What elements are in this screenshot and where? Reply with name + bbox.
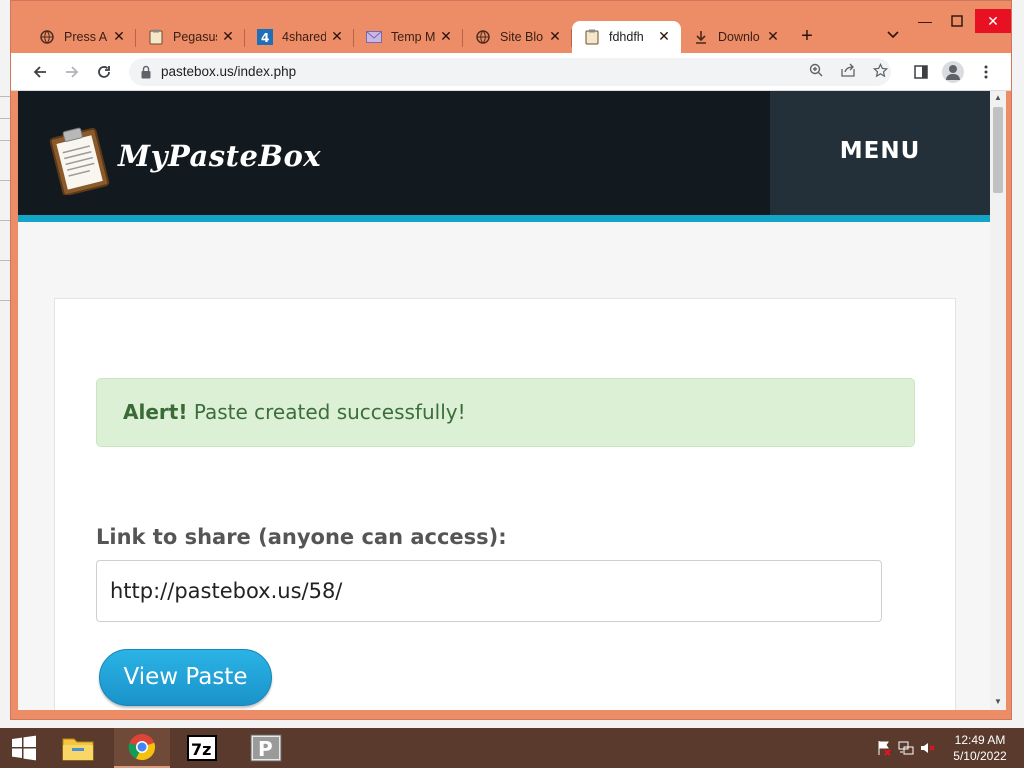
close-tab-icon[interactable]: ✕ [439, 29, 453, 43]
clipboard-icon [148, 29, 164, 45]
chevron-down-icon[interactable] [883, 28, 903, 46]
start-button[interactable] [0, 728, 48, 768]
close-tab-icon[interactable]: ✕ [766, 29, 780, 43]
svg-text:4: 4 [261, 31, 269, 45]
browser-toolbar: pastebox.us/index.php [11, 53, 1011, 91]
svg-text:7z: 7z [191, 740, 211, 759]
close-tab-icon[interactable]: ✕ [657, 29, 671, 43]
reload-button[interactable] [93, 61, 115, 83]
system-tray: 12:49 AM 5/10/2022 [868, 728, 1024, 768]
close-window-button[interactable]: ✕ [975, 9, 1011, 33]
lock-icon [141, 65, 151, 79]
header-accent-bar [18, 215, 990, 222]
flag-alert-icon[interactable] [876, 740, 892, 756]
tab-title: Temp M [391, 30, 435, 44]
url-text: pastebox.us/index.php [161, 64, 297, 79]
clipboard-icon [584, 29, 600, 45]
alert-strong: Alert! [123, 400, 188, 424]
tab-title: fdhdfh [609, 30, 644, 44]
tab-title: Site Blo [500, 30, 544, 44]
address-bar[interactable]: pastebox.us/index.php [129, 58, 891, 86]
close-tab-icon[interactable]: ✕ [112, 29, 126, 43]
maximize-button[interactable] [945, 11, 969, 31]
svg-text:P: P [258, 737, 273, 761]
tab-title: Downlo [718, 30, 760, 44]
tab-title: Press Al [64, 30, 108, 44]
globe-icon [475, 29, 491, 45]
tab-fdhdfh[interactable]: fdhdfh ✕ [572, 21, 681, 53]
site-header: MyPasteBox MENU [18, 91, 990, 215]
forward-button[interactable] [61, 61, 83, 83]
alert-message: Paste created successfully! [193, 400, 466, 424]
view-paste-button[interactable]: View Paste [99, 649, 272, 706]
site-logo-text[interactable]: MyPasteBox [118, 139, 321, 173]
minimize-button[interactable]: — [913, 11, 937, 31]
scroll-up-icon[interactable]: ▲ [990, 91, 1006, 105]
4shared-icon: 4 [257, 29, 273, 45]
download-icon [693, 29, 709, 45]
more-menu-icon[interactable] [975, 61, 997, 83]
network-icon[interactable] [898, 740, 914, 756]
tab-4shared[interactable]: 4 4shared ✕ [245, 21, 354, 53]
vertical-scrollbar[interactable]: ▲ ▼ [990, 91, 1006, 710]
share-link-label: Link to share (anyone can access): [96, 525, 507, 549]
7zip-icon[interactable]: 7z [174, 728, 230, 768]
back-button[interactable] [29, 61, 51, 83]
taskbar: 7z P 12:49 AM 5/10/2022 [0, 728, 1024, 768]
tab-site-blocker[interactable]: Site Blo ✕ [463, 21, 572, 53]
volume-muted-icon[interactable] [920, 740, 936, 756]
new-tab-button[interactable]: + [797, 26, 817, 47]
tab-title: Pegasus [173, 30, 217, 44]
close-tab-icon[interactable]: ✕ [548, 29, 562, 43]
tab-temp-mail[interactable]: Temp M ✕ [354, 21, 463, 53]
clipboard-logo-icon [49, 127, 110, 195]
content-card: Alert! Paste created successfully! Link … [54, 298, 956, 710]
share-link-field[interactable]: http://pastebox.us/58/ [96, 560, 882, 622]
file-explorer-icon[interactable] [50, 728, 106, 768]
mail-icon [366, 29, 382, 45]
side-panel-icon[interactable] [910, 61, 932, 83]
share-icon[interactable] [839, 63, 857, 81]
profile-avatar[interactable] [942, 61, 964, 83]
scroll-thumb[interactable] [993, 107, 1003, 193]
tab-pegasus[interactable]: Pegasus ✕ [136, 21, 245, 53]
tab-title: 4shared [282, 30, 326, 44]
browser-window: Press Al ✕ Pegasus ✕ 4 4shared ✕ Temp M [10, 0, 1012, 720]
close-tab-icon[interactable]: ✕ [221, 29, 235, 43]
clock-time[interactable]: 12:49 AM [948, 733, 1012, 747]
chrome-icon[interactable] [114, 728, 170, 768]
menu-button[interactable]: MENU [770, 91, 990, 215]
pastebox-app-icon[interactable]: P [238, 728, 294, 768]
tab-downloads[interactable]: Downlo ✕ [681, 21, 790, 53]
clock-date[interactable]: 5/10/2022 [948, 749, 1012, 763]
globe-icon [39, 29, 55, 45]
scroll-down-icon[interactable]: ▼ [990, 695, 1006, 709]
bookmark-star-icon[interactable] [871, 62, 889, 81]
menu-label: MENU [839, 138, 921, 164]
tab-strip: Press Al ✕ Pegasus ✕ 4 4shared ✕ Temp M [11, 1, 1011, 53]
page-viewport: MyPasteBox MENU Alert! Paste created suc… [18, 91, 1006, 710]
tab-press[interactable]: Press Al ✕ [27, 21, 136, 53]
close-tab-icon[interactable]: ✕ [330, 29, 344, 43]
success-alert: Alert! Paste created successfully! [96, 378, 915, 447]
zoom-icon[interactable] [807, 63, 825, 81]
alert-text: Alert! Paste created successfully! [123, 400, 466, 424]
